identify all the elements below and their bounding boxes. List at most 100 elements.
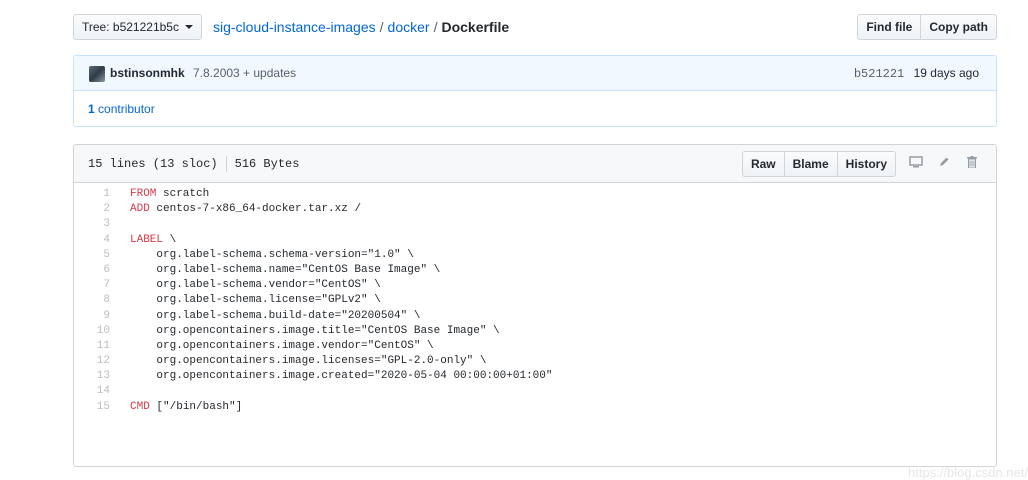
commit-time: 19 days ago bbox=[913, 66, 979, 80]
line-content: ADD centos-7-x86_64-docker.tar.xz / bbox=[110, 202, 361, 217]
code-token: org.label-schema.license="GPLv2" \ bbox=[130, 294, 381, 307]
breadcrumb-repo-link[interactable]: sig-cloud-instance-images bbox=[213, 19, 376, 35]
file-size: 516 Bytes bbox=[234, 157, 300, 171]
file-info-divider bbox=[225, 155, 227, 172]
line-content: org.label-schema.build-date="20200504" \ bbox=[110, 309, 420, 324]
breadcrumb-folder-link[interactable]: docker bbox=[388, 19, 430, 35]
code-line: 6 org.label-schema.name="CentOS Base Ima… bbox=[74, 263, 996, 278]
line-number[interactable]: 13 bbox=[74, 369, 110, 384]
code-line: 12 org.opencontainers.image.licenses="GP… bbox=[74, 354, 996, 369]
code-token: org.opencontainers.image.created="2020-0… bbox=[130, 370, 553, 383]
code-line: 14 bbox=[74, 384, 996, 399]
line-content: org.opencontainers.image.licenses="GPL-2… bbox=[110, 354, 486, 369]
line-content bbox=[110, 217, 130, 232]
line-content: org.opencontainers.image.created="2020-0… bbox=[110, 369, 552, 384]
line-number[interactable]: 11 bbox=[74, 339, 110, 354]
avatar[interactable] bbox=[89, 66, 105, 82]
code-line: 15 CMD ["/bin/bash"] bbox=[74, 400, 996, 415]
commit-tease: bstinsonmhk 7.8.2003 + updates b521221 1… bbox=[73, 55, 997, 127]
line-content: LABEL \ bbox=[110, 233, 176, 248]
code-line: 13 org.opencontainers.image.created="202… bbox=[74, 369, 996, 384]
line-content: FROM scratch bbox=[110, 187, 209, 202]
file-header: 15 lines (13 sloc) 516 Bytes Raw Blame Hi… bbox=[74, 145, 996, 183]
line-number[interactable]: 3 bbox=[74, 217, 110, 232]
line-number[interactable]: 5 bbox=[74, 248, 110, 263]
commit-author-link[interactable]: bstinsonmhk bbox=[110, 56, 185, 91]
line-content: CMD ["/bin/bash"] bbox=[110, 400, 242, 415]
code-token: org.opencontainers.image.title="CentOS B… bbox=[130, 324, 500, 337]
code-line: 8 org.label-schema.license="GPLv2" \ bbox=[74, 293, 996, 308]
copy-path-button[interactable]: Copy path bbox=[921, 14, 997, 40]
breadcrumb: sig-cloud-instance-images / docker / Dockerf… bbox=[213, 13, 509, 41]
contributors-bar[interactable]: 1 contributor bbox=[74, 91, 996, 127]
code-token: org.label-schema.build-date="20200504" \ bbox=[130, 309, 421, 322]
file-navigation: Tree: b521221b5c sig-cloud-instance-imag… bbox=[73, 13, 997, 41]
history-button[interactable]: History bbox=[836, 151, 896, 177]
line-content: org.label-schema.schema-version="1.0" \ bbox=[110, 248, 414, 263]
code-view[interactable]: 1 FROM scratch 2 ADD centos-7-x86_64-docker… bbox=[74, 183, 996, 415]
code-token: org.opencontainers.image.vendor="CentOS"… bbox=[130, 339, 434, 352]
latest-commit-bar: bstinsonmhk 7.8.2003 + updates b521221 1… bbox=[74, 56, 996, 91]
keyword-token: LABEL bbox=[130, 233, 164, 246]
code-token: org.opencontainers.image.licenses="GPL-2… bbox=[130, 355, 487, 368]
file-actions: Raw Blame History bbox=[741, 151, 980, 177]
breadcrumb-current-file: Dockerfile bbox=[441, 19, 510, 35]
code-line: 9 org.label-schema.build-date="20200504"… bbox=[74, 309, 996, 324]
line-number[interactable]: 12 bbox=[74, 354, 110, 369]
code-line: 11 org.opencontainers.image.vendor="Cent… bbox=[74, 339, 996, 354]
code-token: centos-7-x86_64-docker.tar.xz / bbox=[149, 203, 362, 216]
code-token: org.label-schema.vendor="CentOS" \ bbox=[130, 279, 381, 292]
line-number[interactable]: 4 bbox=[74, 233, 110, 248]
code-token: org.label-schema.name="CentOS Base Image… bbox=[130, 263, 441, 276]
line-number[interactable]: 10 bbox=[74, 324, 110, 339]
code-token: ["/bin/bash"] bbox=[149, 400, 243, 413]
code-token: scratch bbox=[156, 188, 210, 200]
file-viewer: 15 lines (13 sloc) 516 Bytes Raw Blame Hi… bbox=[73, 144, 997, 467]
breadcrumb-separator: / bbox=[379, 19, 384, 35]
keyword-token: CMD bbox=[130, 400, 150, 413]
commit-message-link[interactable]: 7.8.2003 + updates bbox=[193, 56, 296, 91]
branch-selector-button[interactable]: Tree: b521221b5c bbox=[73, 14, 202, 40]
pencil-icon[interactable] bbox=[936, 156, 952, 172]
line-content: org.opencontainers.image.vendor="CentOS"… bbox=[110, 339, 434, 354]
code-line: 10 org.opencontainers.image.title="CentO… bbox=[74, 324, 996, 339]
code-token: org.label-schema.schema-version="1.0" \ bbox=[130, 248, 414, 261]
desktop-icon[interactable] bbox=[908, 156, 924, 172]
line-number[interactable]: 14 bbox=[74, 384, 110, 399]
file-nav-buttons: Find file Copy path bbox=[857, 14, 997, 40]
line-content: org.label-schema.name="CentOS Base Image… bbox=[110, 263, 440, 278]
line-number[interactable]: 1 bbox=[74, 187, 110, 202]
breadcrumb-separator: / bbox=[433, 19, 438, 35]
line-content: org.label-schema.license="GPLv2" \ bbox=[110, 293, 381, 308]
commit-sha-link[interactable]: b521221 bbox=[854, 67, 904, 81]
code-line: 2 ADD centos-7-x86_64-docker.tar.xz / bbox=[74, 202, 996, 217]
code-line: 4 LABEL \ bbox=[74, 233, 996, 248]
blame-button[interactable]: Blame bbox=[783, 151, 838, 177]
contributor-link[interactable]: contributor bbox=[98, 102, 155, 116]
raw-button[interactable]: Raw bbox=[741, 151, 785, 177]
code-line: 3 bbox=[74, 217, 996, 232]
line-content bbox=[110, 384, 130, 399]
commit-meta: b521221 19 days ago bbox=[854, 56, 979, 92]
line-content: org.label-schema.vendor="CentOS" \ bbox=[110, 278, 381, 293]
keyword-token: ADD bbox=[130, 203, 150, 216]
watermark: https://blog.csdn.net/ bbox=[908, 465, 1028, 480]
code-line: 1 FROM scratch bbox=[74, 187, 996, 202]
keyword-token: FROM bbox=[130, 188, 157, 200]
find-file-button[interactable]: Find file bbox=[857, 14, 922, 40]
line-number[interactable]: 2 bbox=[74, 202, 110, 217]
line-number[interactable]: 8 bbox=[74, 293, 110, 308]
line-content: org.opencontainers.image.title="CentOS B… bbox=[110, 324, 500, 339]
caret-down-icon bbox=[184, 25, 193, 29]
line-number[interactable]: 7 bbox=[74, 278, 110, 293]
code-line: 7 org.label-schema.vendor="CentOS" \ bbox=[74, 278, 996, 293]
line-number[interactable]: 6 bbox=[74, 263, 110, 278]
line-number[interactable]: 9 bbox=[74, 309, 110, 324]
code-token: \ bbox=[163, 233, 177, 246]
branch-label: Tree: b521221b5c bbox=[82, 20, 179, 34]
line-number[interactable]: 15 bbox=[74, 400, 110, 415]
contributor-count: 1 bbox=[88, 102, 95, 116]
file-info: 15 lines (13 sloc) 516 Bytes bbox=[88, 145, 299, 183]
trash-icon[interactable] bbox=[964, 156, 980, 172]
code-line: 5 org.label-schema.schema-version="1.0" … bbox=[74, 248, 996, 263]
